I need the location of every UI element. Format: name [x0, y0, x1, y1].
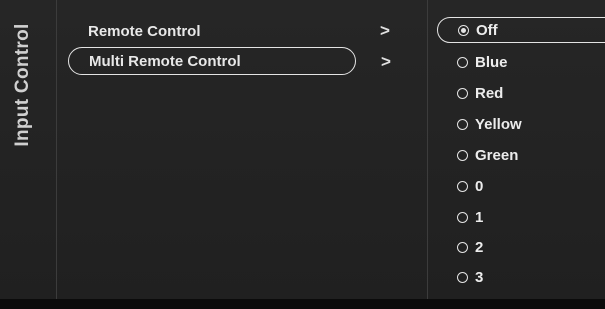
section-title: Input Control	[6, 10, 40, 160]
option-3[interactable]: 3	[437, 264, 605, 290]
tv-settings-screen: Input Control Remote Control > Multi Rem…	[0, 0, 605, 309]
radio-icon	[457, 56, 468, 68]
chevron-right-icon: >	[380, 21, 390, 40]
option-red[interactable]: Red	[437, 80, 605, 106]
option-blue[interactable]: Blue	[437, 49, 605, 75]
screen-bezel	[0, 299, 605, 309]
option-green[interactable]: Green	[437, 142, 605, 168]
option-2[interactable]: 2	[437, 234, 605, 260]
divider-left	[56, 0, 57, 299]
option-label: Off	[476, 21, 498, 39]
chevron-right-icon: >	[381, 52, 391, 71]
option-label: 0	[475, 177, 484, 195]
option-1[interactable]: 1	[437, 204, 605, 230]
menu-item-label: Remote Control	[88, 22, 201, 40]
option-label: Red	[475, 84, 504, 102]
radio-checked-icon	[458, 24, 469, 36]
option-off[interactable]: Off	[437, 17, 605, 43]
option-label: 3	[475, 268, 484, 286]
radio-icon	[457, 149, 468, 161]
radio-icon	[457, 180, 468, 192]
option-label: 1	[475, 208, 484, 226]
radio-icon	[457, 118, 468, 130]
menu-item-multi-remote-control[interactable]: Multi Remote Control >	[68, 47, 391, 75]
radio-icon	[457, 211, 468, 223]
radio-icon	[457, 271, 468, 283]
menu-item-label: Multi Remote Control	[89, 52, 241, 70]
option-label: Green	[475, 146, 519, 164]
option-label: 2	[475, 238, 484, 256]
menu-item-remote-control[interactable]: Remote Control >	[68, 17, 390, 45]
option-label: Yellow	[475, 115, 522, 133]
divider-right	[427, 0, 428, 299]
option-label: Blue	[475, 53, 508, 71]
radio-icon	[457, 87, 468, 99]
radio-icon	[457, 241, 468, 253]
section-title-text: Input Control	[12, 23, 33, 147]
option-0[interactable]: 0	[437, 173, 605, 199]
option-yellow[interactable]: Yellow	[437, 111, 605, 137]
